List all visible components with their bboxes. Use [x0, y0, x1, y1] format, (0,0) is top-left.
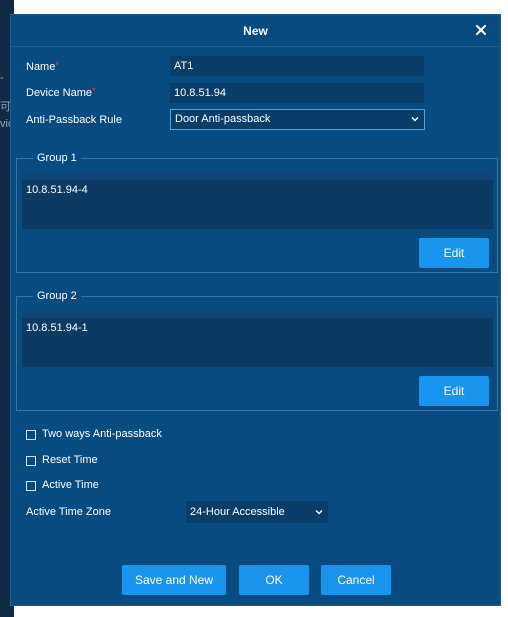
reset-time-label[interactable]: Reset Time: [42, 454, 98, 466]
list-item[interactable]: 10.8.51.94-4: [26, 184, 88, 196]
save-and-new-button[interactable]: Save and New: [122, 565, 226, 595]
name-field[interactable]: AT1: [170, 56, 424, 76]
group-1-device-list[interactable]: 10.8.51.94-4: [22, 173, 493, 229]
ok-button[interactable]: OK: [239, 565, 309, 595]
chevron-down-icon: [315, 510, 323, 515]
active-time-zone-select[interactable]: 24-Hour Accessible: [186, 501, 328, 523]
name-label-text: Name: [26, 61, 56, 73]
reset-time-checkbox[interactable]: [26, 456, 36, 466]
group-1-edit-button[interactable]: Edit: [419, 238, 489, 268]
chevron-down-icon: [411, 117, 419, 122]
group-1-fieldset: Group 1 10.8.51.94-4 Edit: [16, 152, 498, 273]
list-header-strip: [22, 173, 493, 180]
required-marker: *: [92, 86, 96, 96]
active-time-checkbox[interactable]: [26, 481, 36, 491]
name-field-value: AT1: [174, 60, 194, 72]
group-1-legend: Group 1: [33, 152, 81, 164]
list-item[interactable]: 10.8.51.94-1: [26, 322, 88, 334]
name-label: Name*: [26, 60, 59, 73]
two-ways-anti-passback-checkbox[interactable]: [26, 430, 36, 440]
group-2-legend: Group 2: [33, 290, 81, 302]
device-name-label: Device Name*: [26, 86, 96, 99]
list-header-strip: [22, 311, 493, 318]
two-ways-anti-passback-label[interactable]: Two ways Anti-passback: [42, 428, 162, 440]
device-name-field-value: 10.8.51.94: [174, 87, 226, 99]
group-2-fieldset: Group 2 10.8.51.94-1 Edit: [16, 290, 498, 411]
anti-passback-rule-value: Door Anti-passback: [175, 113, 271, 125]
anti-passback-rule-select[interactable]: Door Anti-passback: [170, 109, 425, 130]
cancel-button[interactable]: Cancel: [321, 565, 391, 595]
active-time-zone-label: Active Time Zone: [26, 506, 111, 518]
group-2-edit-button[interactable]: Edit: [419, 376, 489, 406]
active-time-zone-value: 24-Hour Accessible: [190, 506, 285, 518]
required-marker: *: [55, 60, 59, 70]
close-icon[interactable]: [472, 21, 490, 39]
anti-passback-rule-label: Anti-Passback Rule: [26, 114, 122, 126]
dialog-title: New: [243, 24, 268, 38]
new-anti-passback-dialog: New Name* AT1 Device Name* 10.8.51.94 An…: [10, 14, 501, 606]
group-2-device-list[interactable]: 10.8.51.94-1: [22, 311, 493, 367]
device-name-field[interactable]: 10.8.51.94: [170, 83, 424, 103]
background-glyph: -: [0, 72, 4, 84]
dialog-titlebar: New: [11, 15, 500, 47]
device-name-label-text: Device Name: [26, 87, 93, 99]
active-time-label[interactable]: Active Time: [42, 479, 99, 491]
